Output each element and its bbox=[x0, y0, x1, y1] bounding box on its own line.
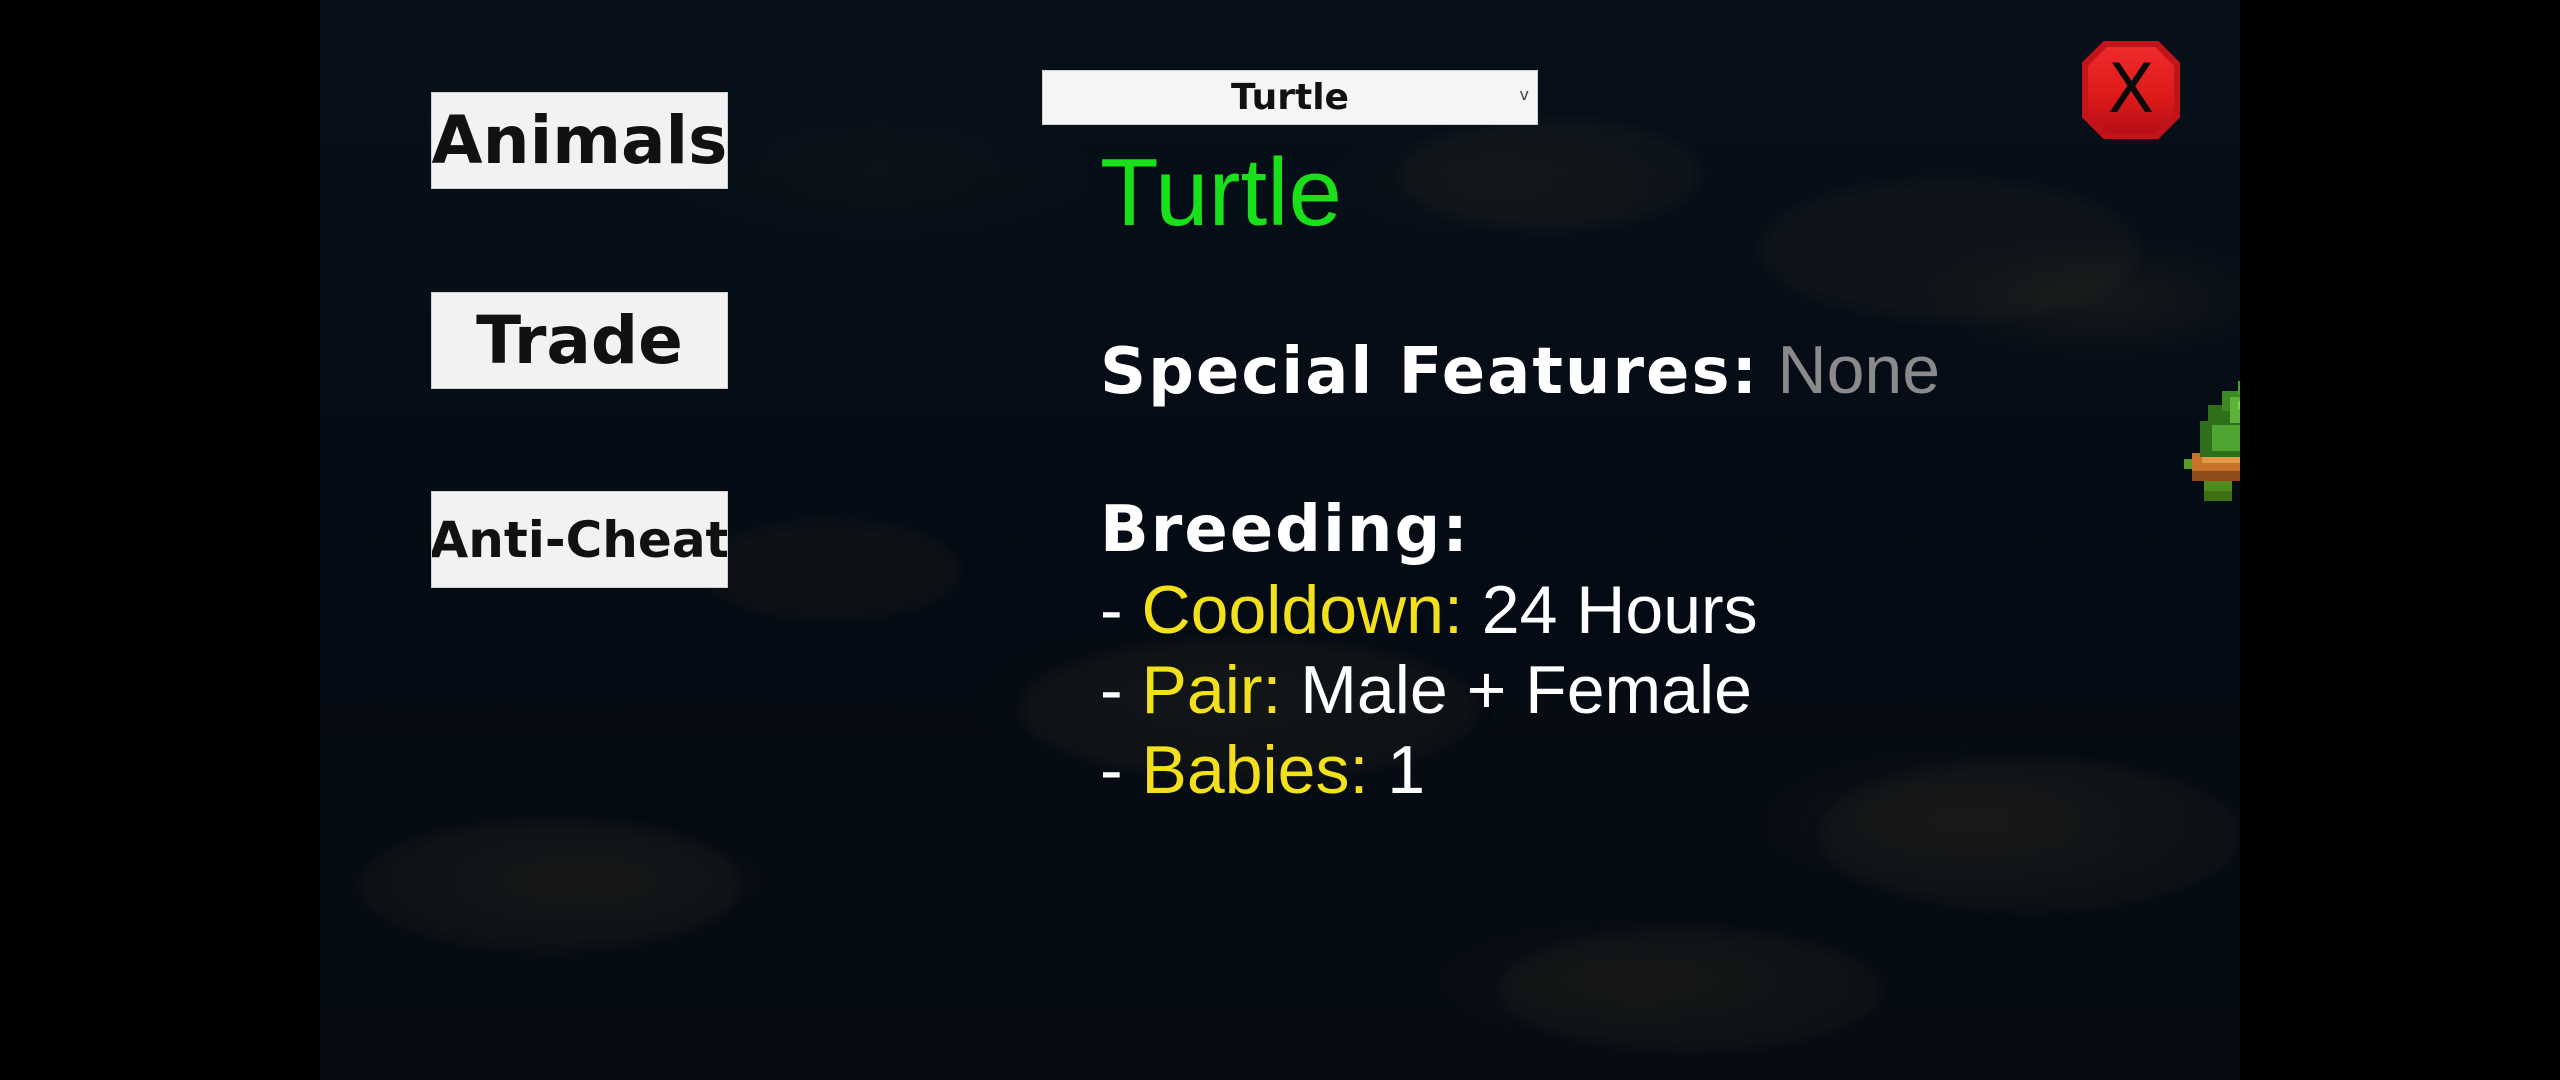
breeding-heading: Breeding: bbox=[1100, 493, 1470, 567]
cloud-decoration bbox=[700, 520, 960, 620]
turtle-sprite-icon bbox=[2184, 381, 2240, 501]
cloud-decoration bbox=[360, 820, 740, 950]
bullet: - bbox=[1100, 572, 1142, 648]
chevron-down-icon: v bbox=[1519, 85, 1529, 104]
bullet: - bbox=[1100, 732, 1142, 808]
anti-cheat-button[interactable]: Anti-Cheat bbox=[431, 491, 728, 588]
breeding-babies-line: - Babies: 1 bbox=[1100, 733, 1425, 808]
animal-dropdown-value: Turtle bbox=[1231, 77, 1349, 118]
close-button[interactable]: X bbox=[2082, 41, 2180, 139]
pair-value: Male + Female bbox=[1300, 652, 1752, 728]
screen: Animals Trade Anti-Cheat Turtle v X Turt… bbox=[0, 0, 2560, 1080]
breeding-pair-line: - Pair: Male + Female bbox=[1100, 653, 1752, 728]
babies-label: Babies: bbox=[1141, 732, 1369, 808]
cooldown-label: Cooldown: bbox=[1141, 572, 1463, 648]
babies-value: 1 bbox=[1387, 732, 1426, 808]
pair-label: Pair: bbox=[1141, 652, 1282, 728]
animals-button[interactable]: Animals bbox=[431, 92, 728, 189]
cooldown-value: 24 Hours bbox=[1481, 572, 1758, 648]
animal-dropdown[interactable]: Turtle v bbox=[1042, 70, 1538, 125]
close-icon: X bbox=[2107, 50, 2155, 129]
special-features-line: Special Features: None bbox=[1100, 333, 1940, 408]
cloud-decoration bbox=[1500, 930, 1880, 1050]
bullet: - bbox=[1100, 652, 1142, 728]
cloud-decoration bbox=[1760, 180, 2140, 320]
trade-button[interactable]: Trade bbox=[431, 292, 728, 389]
breeding-cooldown-line: - Cooldown: 24 Hours bbox=[1100, 573, 1758, 648]
special-features-value: None bbox=[1777, 332, 1941, 408]
cloud-decoration bbox=[1820, 760, 2240, 910]
cloud-decoration bbox=[1400, 120, 1700, 230]
info-panel: Animals Trade Anti-Cheat Turtle v X Turt… bbox=[320, 0, 2240, 1080]
animal-title: Turtle bbox=[1100, 139, 1342, 246]
special-features-label: Special Features: bbox=[1100, 335, 1760, 409]
